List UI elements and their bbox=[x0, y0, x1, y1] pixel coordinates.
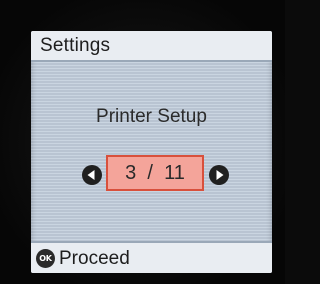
page-counter: 3 / 11 bbox=[106, 155, 204, 191]
lcd-screen: Settings Printer Setup 3 / 11 OK Proceed bbox=[31, 31, 272, 273]
arrow-left-icon[interactable] bbox=[82, 165, 102, 185]
ok-button-icon[interactable]: OK bbox=[36, 249, 55, 268]
setting-label: Printer Setup bbox=[96, 106, 207, 127]
arrow-right-icon[interactable] bbox=[209, 165, 229, 185]
page-title: Settings bbox=[40, 35, 111, 56]
footer-bar: OK Proceed bbox=[31, 241, 272, 273]
printer-control-panel: Settings Printer Setup 3 / 11 OK Proceed bbox=[0, 0, 285, 284]
proceed-label: Proceed bbox=[59, 248, 130, 269]
header-bar: Settings bbox=[31, 31, 272, 62]
page-stepper: 3 / 11 bbox=[31, 155, 272, 195]
